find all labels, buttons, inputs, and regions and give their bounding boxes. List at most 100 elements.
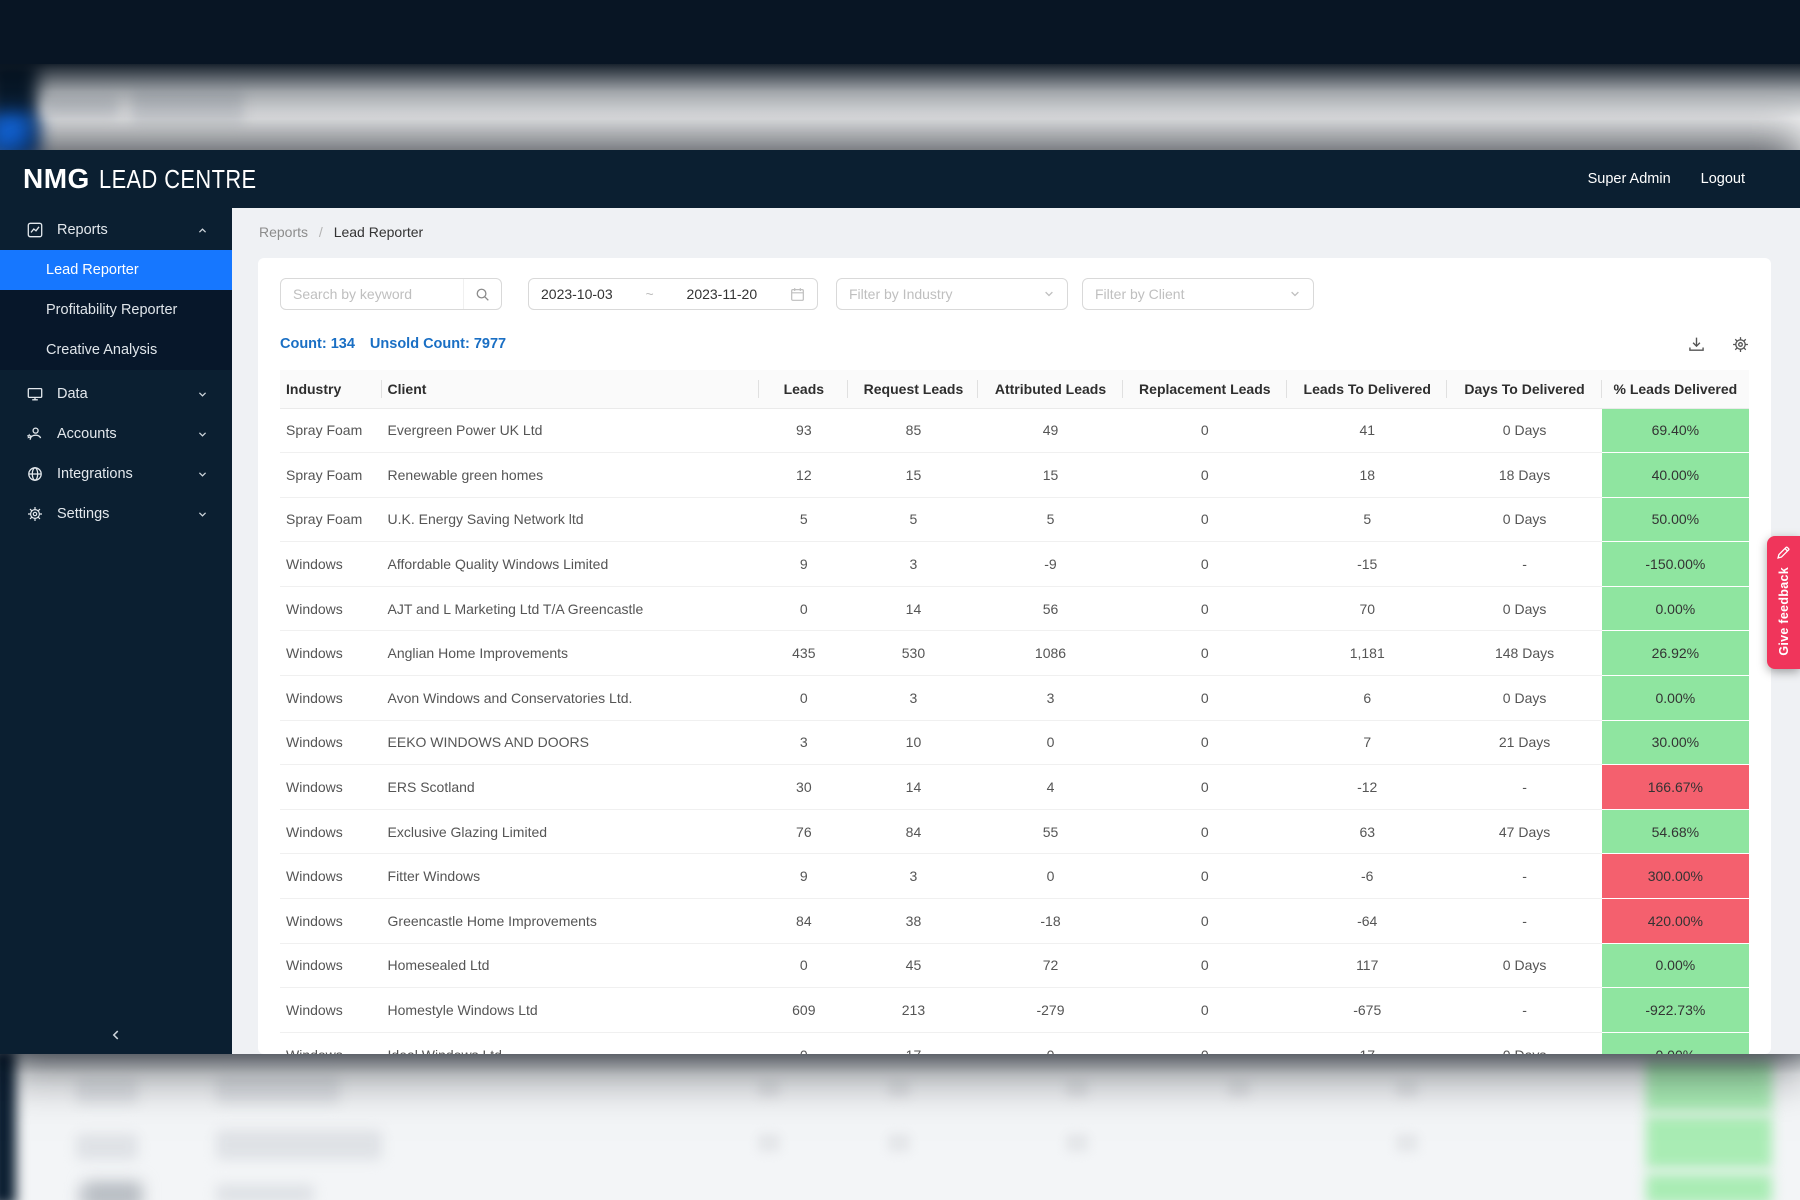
cell-leads: 12 — [759, 452, 849, 498]
sidebar-item-settings[interactable]: Settings — [0, 494, 232, 534]
cell-leads: 93 — [759, 408, 849, 454]
cell-leads: 9 — [759, 853, 849, 900]
cell-leads-to-delivered: 41 — [1287, 408, 1448, 454]
leads-table: Industry Client Leads Request Leads Attr… — [280, 370, 1749, 1054]
cell-industry: Spray Foam — [280, 497, 382, 543]
table-row[interactable]: Windows EEKO WINDOWS AND DOORS 3 10 0 0 … — [280, 720, 1749, 766]
column-replacement-leads[interactable]: Replacement Leads — [1122, 370, 1288, 409]
table-row[interactable]: Windows Exclusive Glazing Limited 76 84 … — [280, 809, 1749, 855]
cell-pct-leads-delivered: 0.00% — [1601, 586, 1749, 632]
cell-industry: Spray Foam — [280, 452, 382, 498]
breadcrumb-separator: / — [318, 224, 323, 240]
chevron-up-icon — [198, 227, 207, 233]
table-row[interactable]: Spray Foam Renewable green homes 12 15 1… — [280, 452, 1749, 498]
industry-filter-select[interactable]: Filter by Industry — [836, 278, 1068, 310]
date-from[interactable]: 2023-10-03 — [541, 286, 613, 302]
cell-leads-to-delivered: 117 — [1287, 943, 1448, 989]
cell-attributed-leads: 56 — [978, 586, 1123, 632]
sidebar-item-accounts[interactable]: Accounts — [0, 414, 232, 454]
user-icon — [27, 427, 42, 440]
column-industry[interactable]: Industry — [280, 370, 382, 409]
date-range-picker[interactable]: 2023-10-03 ~ 2023-11-20 — [528, 278, 818, 310]
cell-attributed-leads: -9 — [978, 541, 1123, 587]
search-button[interactable] — [463, 279, 501, 309]
cell-request-leads: 84 — [848, 809, 979, 855]
breadcrumb: Reports / Lead Reporter — [259, 224, 1771, 244]
table-row[interactable]: Windows ERS Scotland 30 14 4 0 -12 - 166… — [280, 764, 1749, 810]
table-row[interactable]: Spray Foam Evergreen Power UK Ltd 93 85 … — [280, 408, 1749, 454]
cell-client: Fitter Windows — [381, 853, 760, 900]
user-menu[interactable]: Super Admin — [1588, 171, 1671, 187]
logo-nmg: NMG — [23, 163, 90, 194]
cell-attributed-leads: 0 — [978, 1032, 1123, 1054]
cell-client: Affordable Quality Windows Limited — [381, 541, 760, 587]
cell-leads-to-delivered: -675 — [1287, 987, 1448, 1033]
sidebar-item-data[interactable]: Data — [0, 374, 232, 414]
table-row[interactable]: Windows Homestyle Windows Ltd 609 213 -2… — [280, 987, 1749, 1033]
sidebar-item-integrations[interactable]: Integrations — [0, 454, 232, 494]
cell-attributed-leads: 15 — [978, 452, 1123, 498]
logout-link[interactable]: Logout — [1701, 171, 1745, 187]
app-window: NMG LEAD CENTRE Super Admin Logout Repor… — [0, 150, 1800, 1054]
cell-pct-leads-delivered: 69.40% — [1601, 408, 1749, 454]
table-row[interactable]: Windows Fitter Windows 9 3 0 0 -6 - 300.… — [280, 853, 1749, 900]
gear-icon[interactable] — [1732, 336, 1749, 353]
cell-attributed-leads: 0 — [978, 720, 1123, 766]
cell-pct-leads-delivered: 166.67% — [1601, 764, 1749, 810]
sidebar-item-lead-reporter[interactable]: Lead Reporter — [0, 250, 232, 290]
table-row[interactable]: Spray Foam U.K. Energy Saving Network lt… — [280, 497, 1749, 543]
cell-pct-leads-delivered: 54.68% — [1601, 809, 1749, 855]
header-user-area: Super Admin Logout — [1588, 171, 1745, 187]
breadcrumb-reports[interactable]: Reports — [259, 224, 308, 240]
client-filter-select[interactable]: Filter by Client — [1082, 278, 1314, 310]
table-row[interactable]: Windows Greencastle Home Improvements 84… — [280, 898, 1749, 944]
table-row[interactable]: Windows Anglian Home Improvements 435 53… — [280, 630, 1749, 677]
column-pct-leads-delivered[interactable]: % Leads Delivered — [1601, 370, 1749, 409]
sidebar-item-creative-analysis[interactable]: Creative Analysis — [0, 330, 232, 370]
cell-attributed-leads: 49 — [978, 408, 1123, 454]
column-leads[interactable]: Leads — [759, 370, 849, 409]
cell-replacement-leads: 0 — [1122, 809, 1288, 855]
logo-lead-centre: LEAD CENTRE — [98, 164, 257, 194]
column-leads-to-delivered[interactable]: Leads To Delivered — [1287, 370, 1448, 409]
column-client[interactable]: Client — [381, 370, 760, 409]
table-row[interactable]: Windows AJT and L Marketing Ltd T/A Gree… — [280, 586, 1749, 632]
cell-attributed-leads: 0 — [978, 853, 1123, 900]
cell-client: Anglian Home Improvements — [381, 630, 760, 677]
cell-pct-leads-delivered: 420.00% — [1601, 898, 1749, 944]
cell-leads: 76 — [759, 809, 849, 855]
download-icon[interactable] — [1688, 336, 1705, 353]
cell-replacement-leads: 0 — [1122, 675, 1288, 721]
column-request-leads[interactable]: Request Leads — [848, 370, 979, 409]
search-input[interactable]: Search by keyword — [280, 278, 502, 310]
cell-attributed-leads: 3 — [978, 675, 1123, 721]
table-row[interactable]: Windows Ideal Windows Ltd 0 17 0 0 17 0 … — [280, 1032, 1749, 1054]
cell-days-to-delivered: 0 Days — [1447, 497, 1602, 543]
cell-industry: Windows — [280, 764, 382, 810]
cell-request-leads: 85 — [848, 408, 979, 454]
table-row[interactable]: Windows Homesealed Ltd 0 45 72 0 117 0 D… — [280, 943, 1749, 989]
sidebar-item-profitability-reporter[interactable]: Profitability Reporter — [0, 290, 232, 330]
sidebar-label-reports: Reports — [57, 222, 108, 238]
cell-request-leads: 15 — [848, 452, 979, 498]
cell-leads-to-delivered: -15 — [1287, 541, 1448, 587]
give-feedback-button[interactable]: Give feedback — [1767, 536, 1800, 669]
cell-leads-to-delivered: -12 — [1287, 764, 1448, 810]
cell-leads-to-delivered: 7 — [1287, 720, 1448, 766]
sidebar-item-reports[interactable]: Reports — [0, 210, 232, 250]
gear-icon — [28, 507, 42, 521]
table-row[interactable]: Windows Avon Windows and Conservatories … — [280, 675, 1749, 721]
column-days-to-delivered[interactable]: Days To Delivered — [1447, 370, 1602, 409]
table-row[interactable]: Windows Affordable Quality Windows Limit… — [280, 541, 1749, 587]
cell-days-to-delivered: 21 Days — [1447, 720, 1602, 766]
cell-leads: 435 — [759, 630, 849, 677]
cell-request-leads: 14 — [848, 764, 979, 810]
cell-days-to-delivered: 0 Days — [1447, 943, 1602, 989]
cell-leads: 30 — [759, 764, 849, 810]
sidebar-collapse-button[interactable] — [0, 1016, 232, 1054]
count-label: Count: 134 — [280, 336, 355, 352]
monitor-icon — [27, 387, 43, 401]
column-attributed-leads[interactable]: Attributed Leads — [978, 370, 1123, 409]
cell-pct-leads-delivered: 26.92% — [1601, 630, 1749, 677]
date-to[interactable]: 2023-11-20 — [687, 286, 758, 302]
